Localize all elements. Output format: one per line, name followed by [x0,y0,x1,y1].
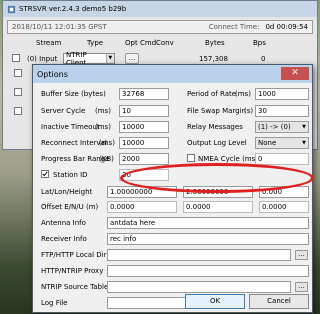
file-swap-margin-field[interactable]: 30 [255,105,309,117]
options-dialog-titlebar[interactable]: Options [33,65,312,83]
station-id-checkbox[interactable] [41,170,49,178]
inactive-timeout-label: Inactive Timeout [41,123,100,131]
reconnect-interval-unit: (ms) [99,139,115,147]
col-conv: Conv [156,39,174,47]
nmea-cycle-label: NMEA Cycle (ms) [198,155,258,163]
relay-messages-select[interactable]: (1) -> (0) ▼ [255,121,309,133]
input-bps: 0 [261,55,266,63]
col-stream: Stream [36,39,62,47]
input-opt-button[interactable]: ... [125,53,139,64]
period-rate-unit: (ms) [235,90,251,98]
lat-lon-height-label: Lat/Lon/Height [41,188,93,196]
relay-messages-label: Relay Messages [187,123,243,131]
status-time: 2018/10/11 12:01:35 GPST [12,23,107,31]
checkmark-icon [42,171,48,177]
period-rate-field[interactable]: 1000 [255,88,309,100]
connect-time-value: 0d 00:09:54 [265,23,308,31]
chevron-down-icon: ▼ [302,140,306,146]
ntrip-source-table-field[interactable] [107,281,291,293]
inactive-timeout-field[interactable]: 10000 [119,121,169,133]
close-button[interactable]: ✕ [281,67,309,80]
http-ntrip-proxy-field[interactable] [107,265,309,277]
col-bps: Bps [253,39,266,47]
progress-bar-range-field[interactable]: 2000 [119,153,169,165]
offset-e-field[interactable]: 0.0000 [107,201,177,213]
main-window-title: STRSVR ver.2.4.3 demo5 b29b [19,5,127,13]
log-file-label: Log File [41,299,68,307]
app-icon [7,5,16,13]
server-cycle-label: Server Cycle [41,107,86,115]
reconnect-interval-label: Reconnect Interval [41,139,107,147]
server-cycle-field[interactable]: 10 [119,105,169,117]
cancel-button[interactable]: Cancel [249,294,309,309]
output-log-level-select[interactable]: None ▼ [255,137,309,149]
file-swap-margin-label: File Swap Margin [187,107,246,115]
server-cycle-unit: (ms) [95,107,111,115]
col-cmd: Cmd [140,39,157,47]
input-enable-checkbox[interactable] [12,54,20,62]
ftp-http-local-dir-field[interactable] [107,249,291,261]
input-stream-row: (0) Input NTRIP Client ▼ ... 157,308 0 [3,51,319,67]
output-log-level-label: Output Log Level [187,139,247,147]
inactive-timeout-unit: (ms) [95,123,111,131]
output-3-checkbox[interactable] [14,107,22,115]
input-stream-name: (0) Input [27,55,58,63]
col-opt: Opt [125,39,138,47]
offset-u-field[interactable]: 0.0000 [259,201,309,213]
station-id-label: Station ID [53,171,88,179]
ftp-dir-browse-button[interactable]: ... [295,250,308,260]
chevron-down-icon: ▼ [302,124,306,130]
output-checkboxes [14,69,22,126]
source-table-browse-button[interactable]: ... [295,282,308,292]
input-bytes: 157,308 [199,55,228,63]
status-line: 2018/10/11 12:01:35 GPST Connect Time: 0… [7,20,313,34]
output-1-checkbox[interactable] [14,69,22,77]
options-dialog-title: Options [37,69,68,79]
main-window-titlebar[interactable]: STRSVR ver.2.4.3 demo5 b29b [3,1,317,17]
relay-messages-value: (1) -> (0) [258,123,291,131]
output-log-level-value: None [258,139,277,147]
offset-n-field[interactable]: 0.0000 [183,201,253,213]
receiver-info-label: Receiver Info [41,235,87,243]
ftp-http-local-dir-label: FTP/HTTP Local Dir [41,251,107,259]
connect-time-label: Connect Time: [208,23,260,31]
file-swap-margin-unit: (s) [244,107,254,115]
offset-enu-label: Offset E/N/U (m) [41,203,99,211]
output-2-checkbox[interactable] [14,88,22,96]
buffer-size-field[interactable]: 32768 [119,88,169,100]
stream-table-header: Stream Type Opt Cmd Conv Bytes Bps [3,39,319,49]
antenna-info-field[interactable]: antdata here [107,217,309,229]
highlight-ellipse [120,163,314,193]
buffer-size-label: Buffer Size (bytes) [41,90,106,98]
ok-button[interactable]: OK [185,294,245,309]
ntrip-source-table-label: NTRIP Source Table [41,283,109,291]
nmea-cycle-field[interactable]: 0 [255,153,309,165]
progress-bar-range-unit: (KB) [99,155,114,163]
reconnect-interval-field[interactable]: 10000 [119,137,169,149]
nmea-cycle-checkbox[interactable] [187,154,195,162]
chevron-down-icon: ▼ [105,54,114,63]
col-type: Type [87,39,104,47]
input-type-select[interactable]: NTRIP Client ▼ [63,51,115,67]
http-ntrip-proxy-label: HTTP/NTRIP Proxy [41,267,104,275]
antenna-info-label: Antenna Info [41,219,86,227]
period-rate-label: Period of Rate [187,90,237,98]
col-bytes: Bytes [205,39,225,47]
receiver-info-field[interactable]: rec info [107,233,309,245]
